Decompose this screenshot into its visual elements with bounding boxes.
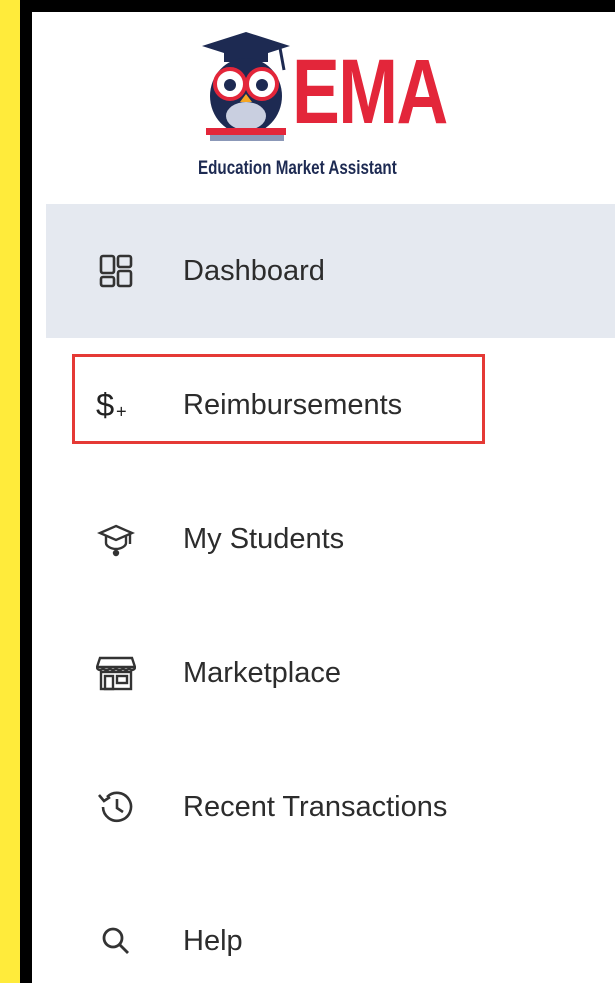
sidebar-item-my-students[interactable]: My Students bbox=[46, 472, 615, 606]
logo-title: EMA bbox=[292, 41, 448, 143]
svg-text:$: $ bbox=[96, 386, 114, 423]
sidebar-item-label: Help bbox=[183, 924, 243, 957]
search-icon bbox=[96, 921, 136, 961]
dashboard-icon bbox=[96, 251, 136, 291]
sidebar-item-label: Reimbursements bbox=[183, 388, 403, 421]
sidebar-item-recent-transactions[interactable]: Recent Transactions bbox=[46, 740, 615, 874]
sidebar-item-help[interactable]: Help bbox=[46, 874, 615, 983]
sidebar-item-label: Recent Transactions bbox=[183, 790, 448, 823]
graduation-cap-icon bbox=[96, 519, 136, 559]
sidebar-item-label: My Students bbox=[183, 522, 345, 555]
sidebar-item-label: Marketplace bbox=[183, 656, 341, 689]
dollar-plus-icon: $ + bbox=[96, 385, 136, 425]
sidebar-item-marketplace[interactable]: Marketplace bbox=[46, 606, 615, 740]
sidebar-panel: EMA Education Market Assistant Dashboard bbox=[32, 12, 615, 983]
storefront-icon bbox=[96, 653, 136, 693]
sidebar-item-label: Dashboard bbox=[183, 254, 325, 287]
sidebar-nav: Dashboard $ + Reimbursements My Students… bbox=[46, 204, 615, 983]
owl-mascot-icon bbox=[202, 32, 290, 141]
history-icon bbox=[96, 787, 136, 827]
frame-border: EMA Education Market Assistant Dashboard bbox=[20, 0, 615, 983]
sidebar-item-dashboard[interactable]: Dashboard bbox=[46, 204, 615, 338]
ema-logo[interactable]: EMA Education Market Assistant bbox=[192, 30, 448, 190]
svg-text:+: + bbox=[116, 402, 127, 422]
sidebar-item-reimbursements[interactable]: $ + Reimbursements bbox=[46, 338, 615, 472]
logo-subtitle: Education Market Assistant bbox=[198, 158, 397, 179]
